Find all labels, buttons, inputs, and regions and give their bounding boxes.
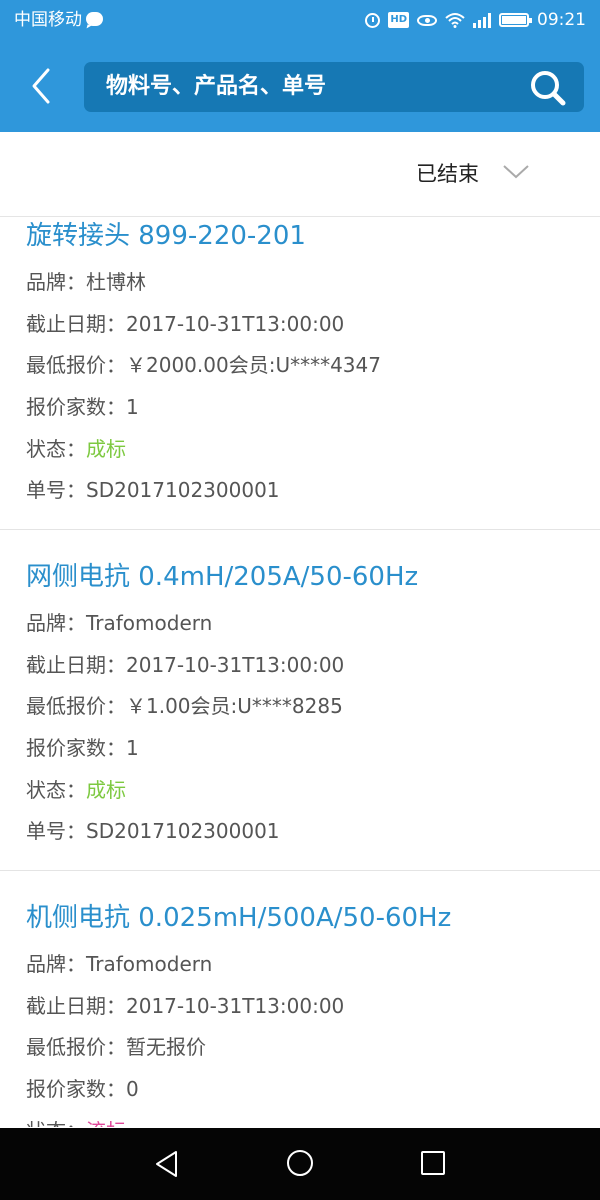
chevron-down-icon [503,165,529,179]
status-label: 状态： [26,1119,86,1127]
item-status: 状态：成标 [26,436,126,462]
app-header: 物料号、产品名、单号 [0,40,600,132]
signal-icon [473,12,491,28]
hd-icon: HD [388,12,409,28]
item-brand: 品牌：Trafomodern [26,952,213,976]
item-lowest-price: 最低报价：￥2000.00会员:U****4347 [26,353,381,377]
carrier-name: 中国移动 [14,9,103,31]
wifi-icon [445,13,465,28]
item-lowest-price: 最低报价：￥1.00会员:U****8285 [26,694,343,718]
item-brand: 品牌：杜博林 [26,270,146,294]
status-badge: 成标 [86,778,126,802]
item-deadline: 截止日期：2017-10-31T13:00:00 [26,994,345,1018]
item-bidder-count: 报价家数：1 [26,395,139,419]
message-icon [86,12,103,26]
nav-recent-apps-icon[interactable] [421,1151,445,1175]
item-lowest-price: 最低报价：暂无报价 [26,1035,206,1059]
item-bidder-count: 报价家数：1 [26,736,139,760]
search-placeholder: 物料号、产品名、单号 [106,74,327,99]
status-badge: 流标 [86,1119,126,1127]
alarm-icon [365,12,381,28]
item-status: 状态：成标 [26,777,126,803]
item-deadline: 截止日期：2017-10-31T13:00:00 [26,312,345,336]
search-icon[interactable] [528,68,568,108]
list-item[interactable]: 旋转接头 899-220-201 品牌：杜博林 截止日期：2017-10-31T… [0,217,600,530]
battery-icon [499,13,532,27]
status-filter-dropdown[interactable]: 已结束 [0,132,600,217]
item-brand: 品牌：Trafomodern [26,611,213,635]
list-item[interactable]: 机侧电抗 0.025mH/500A/50-60Hz 品牌：Trafomodern… [0,871,600,1127]
status-bar: 中国移动 HD 09:21 [0,0,600,40]
item-title: 机侧电抗 0.025mH/500A/50-60Hz [26,903,452,933]
filter-selected-label: 已结束 [416,162,479,186]
quote-list: 旋转接头 899-220-201 品牌：杜博林 截止日期：2017-10-31T… [0,217,600,1127]
item-title: 网侧电抗 0.4mH/205A/50-60Hz [26,562,419,592]
list-item[interactable]: 网侧电抗 0.4mH/205A/50-60Hz 品牌：Trafomodern 截… [0,530,600,871]
nav-home-icon[interactable] [287,1150,313,1176]
nav-back-icon[interactable] [154,1150,180,1178]
status-icons: HD 09:21 [365,8,586,32]
status-badge: 成标 [86,437,126,461]
item-deadline: 截止日期：2017-10-31T13:00:00 [26,653,345,677]
item-order-number: 单号：SD2017102300001 [26,478,280,502]
item-order-number: 单号：SD2017102300001 [26,819,280,843]
system-nav-bar [0,1128,600,1200]
item-bidder-count: 报价家数：0 [26,1077,139,1101]
status-label: 状态： [26,778,86,802]
eye-icon [417,14,437,26]
clock: 09:21 [537,10,586,30]
search-input[interactable]: 物料号、产品名、单号 [84,62,584,112]
carrier-label: 中国移动 [14,10,82,30]
back-button[interactable] [24,64,60,108]
item-title: 旋转接头 899-220-201 [26,221,306,251]
item-status: 状态：流标 [26,1118,126,1127]
status-label: 状态： [26,437,86,461]
